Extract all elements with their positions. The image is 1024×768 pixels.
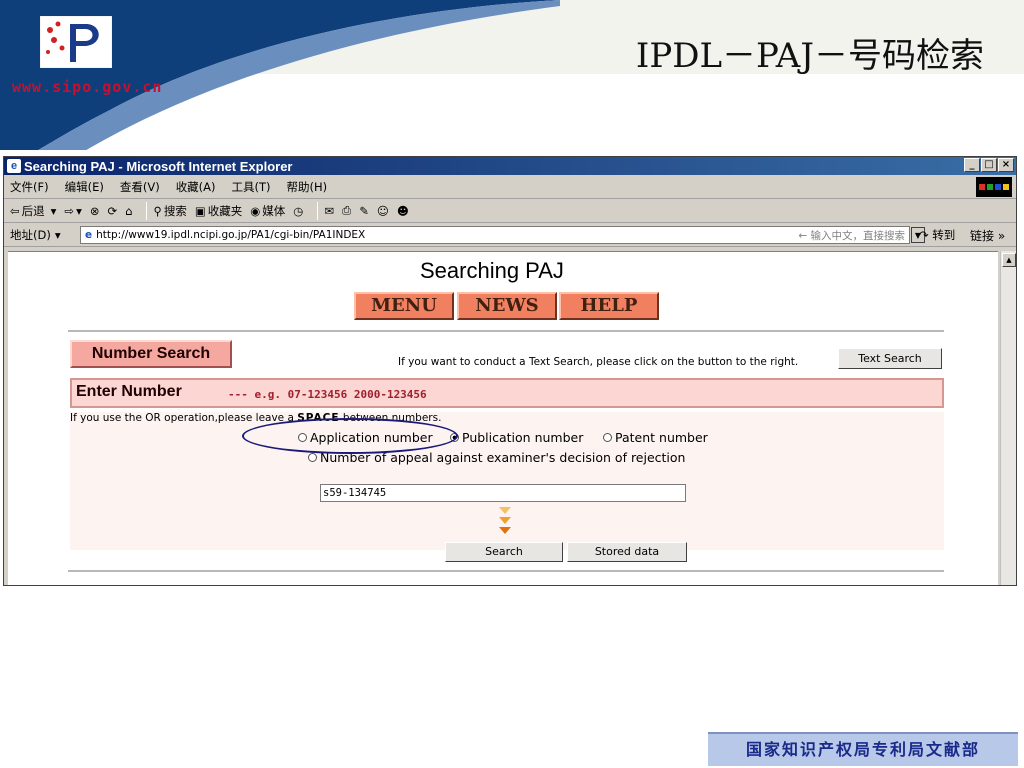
edit-button[interactable]: ✎ xyxy=(359,204,369,218)
media-icon: ◉ xyxy=(250,203,261,218)
address-url: http://www19.ipdl.ncipi.go.jp/PA1/cgi-bi… xyxy=(96,229,366,241)
media-label: 媒体 xyxy=(262,203,286,218)
close-button[interactable]: × xyxy=(998,158,1014,172)
menu-edit[interactable]: 编辑(E) xyxy=(65,179,104,195)
address-label: 地址(D) xyxy=(10,227,51,242)
stored-data-button[interactable]: Stored data xyxy=(567,542,687,562)
web-page: Searching PAJ MENU NEWS HELP Number Sear… xyxy=(8,251,998,585)
window-title: Searching PAJ - Microsoft Internet Explo… xyxy=(24,158,293,174)
mail-icon: ✉ xyxy=(324,203,334,218)
media-button[interactable]: ◉ 媒体 xyxy=(250,203,285,219)
refresh-button[interactable]: ⟳ xyxy=(107,204,117,218)
browser-window: e Searching PAJ - Microsoft Internet Exp… xyxy=(3,156,1017,586)
radio-patent-number[interactable]: Patent number xyxy=(603,430,708,445)
enter-number-bar: Enter Number --- e.g. 07-123456 2000-123… xyxy=(70,378,944,408)
annotation-circle xyxy=(242,418,458,454)
menu-help[interactable]: 帮助(H) xyxy=(287,179,328,195)
menu-tools[interactable]: 工具(T) xyxy=(232,179,271,195)
back-label: 后退 xyxy=(21,203,45,218)
address-bar: 地址(D) ▾ e http://www19.ipdl.ncipi.go.jp/… xyxy=(4,223,1016,247)
page-icon: e xyxy=(85,229,93,241)
search-icon: ⚲ xyxy=(153,203,162,218)
divider xyxy=(68,330,944,332)
forward-dropdown-icon: ▾ xyxy=(76,203,82,218)
news-nav-button[interactable]: NEWS xyxy=(457,292,557,320)
history-button[interactable]: ◷ xyxy=(293,204,303,218)
enter-number-title: Enter Number xyxy=(76,383,182,400)
footer-bar: 国家知识产权局专利局文献部 xyxy=(708,732,1018,766)
back-button[interactable]: ⇦ 后退 ▾ xyxy=(10,203,56,219)
home-button[interactable]: ⌂ xyxy=(125,204,132,218)
maximize-button[interactable]: □ xyxy=(981,158,997,172)
links-button[interactable]: 链接 » xyxy=(970,227,1005,244)
discuss-icon: ☺ xyxy=(376,203,389,218)
search-label: 搜索 xyxy=(163,203,187,218)
help-nav-button[interactable]: HELP xyxy=(559,292,659,320)
enter-number-example: --- e.g. 07-123456 2000-123456 xyxy=(228,388,427,401)
scroll-up-arrow-icon[interactable]: ▲ xyxy=(1002,253,1016,267)
stop-icon: ⊗ xyxy=(89,203,100,218)
stop-button[interactable]: ⊗ xyxy=(90,204,100,218)
favorites-label: 收藏夹 xyxy=(207,203,243,218)
sipo-logo xyxy=(40,16,112,68)
edit-icon: ✎ xyxy=(359,203,369,218)
page-title: Searching PAJ xyxy=(420,258,564,283)
window-titlebar: e Searching PAJ - Microsoft Internet Exp… xyxy=(4,157,1016,175)
links-label: 链接 xyxy=(970,229,995,243)
toolbar: ⇦ 后退 ▾ ⇨ ▾ ⊗ ⟳ ⌂ ⚲ 搜索 ▣ 收藏夹 ◉ 媒体 ◷ ✉ ⎙ ✎… xyxy=(4,199,1016,223)
vertical-scrollbar[interactable]: ▲ xyxy=(1000,251,1016,585)
address-dropdown-icon: ▾ xyxy=(54,227,61,242)
back-arrow-icon: ⇦ xyxy=(10,203,20,218)
forward-arrow-icon: ⇨ xyxy=(64,203,75,218)
print-button[interactable]: ⎙ xyxy=(342,203,351,218)
messenger-icon: ☻ xyxy=(396,203,409,218)
search-submit-button[interactable]: Search xyxy=(445,542,563,562)
search-button[interactable]: ⚲ 搜索 xyxy=(153,203,186,219)
menu-file[interactable]: 文件(F) xyxy=(10,179,49,195)
menu-view[interactable]: 查看(V) xyxy=(120,179,160,195)
favorites-button[interactable]: ▣ 收藏夹 xyxy=(195,203,242,219)
address-input[interactable]: e http://www19.ipdl.ncipi.go.jp/PA1/cgi-… xyxy=(80,226,925,244)
minimize-button[interactable]: _ xyxy=(964,158,980,172)
search-hint: ← 输入中文，直接搜索 xyxy=(798,229,905,242)
go-button[interactable]: ↷ 转到 xyxy=(919,227,955,243)
slide-title: IPDL－PAJ－号码检索 xyxy=(635,36,984,76)
favorites-icon: ▣ xyxy=(194,203,206,218)
number-input[interactable]: s59-134745 xyxy=(320,484,686,502)
menu-bar: 文件(F) 编辑(E) 查看(V) 收藏(A) 工具(T) 帮助(H) xyxy=(4,175,1016,199)
mail-button[interactable]: ✉ xyxy=(324,204,334,218)
site-url: www.sipo.gov.cn xyxy=(12,78,163,96)
back-dropdown-icon: ▾ xyxy=(50,203,57,218)
history-icon: ◷ xyxy=(293,203,304,218)
text-search-button[interactable]: Text Search xyxy=(838,348,942,369)
menu-nav-button[interactable]: MENU xyxy=(354,292,454,320)
forward-button[interactable]: ⇨ ▾ xyxy=(64,204,81,218)
radio-dot[interactable] xyxy=(603,433,612,442)
divider xyxy=(68,570,944,572)
radio-dot[interactable] xyxy=(308,453,317,462)
windows-flag-icon xyxy=(976,177,1012,197)
down-arrows-icon xyxy=(499,507,511,534)
go-icon: ↷ xyxy=(919,228,929,242)
radio-publication-number[interactable]: Publication number xyxy=(450,430,583,445)
toolbar-separator xyxy=(146,201,148,220)
number-search-heading: Number Search xyxy=(70,340,232,368)
go-label: 转到 xyxy=(932,228,956,242)
messenger-button[interactable]: ☻ xyxy=(397,204,409,218)
home-icon: ⌂ xyxy=(125,203,133,218)
toolbar-separator xyxy=(317,201,319,220)
slide: www.sipo.gov.cn IPDL－PAJ－号码检索 e Searchin… xyxy=(0,0,1024,768)
print-icon: ⎙ xyxy=(341,203,352,217)
text-search-hint: If you want to conduct a Text Search, pl… xyxy=(398,356,799,368)
menu-favorites[interactable]: 收藏(A) xyxy=(176,179,216,195)
refresh-icon: ⟳ xyxy=(107,203,118,218)
discuss-button[interactable]: ☺ xyxy=(377,204,389,218)
ie-icon: e xyxy=(7,159,21,173)
